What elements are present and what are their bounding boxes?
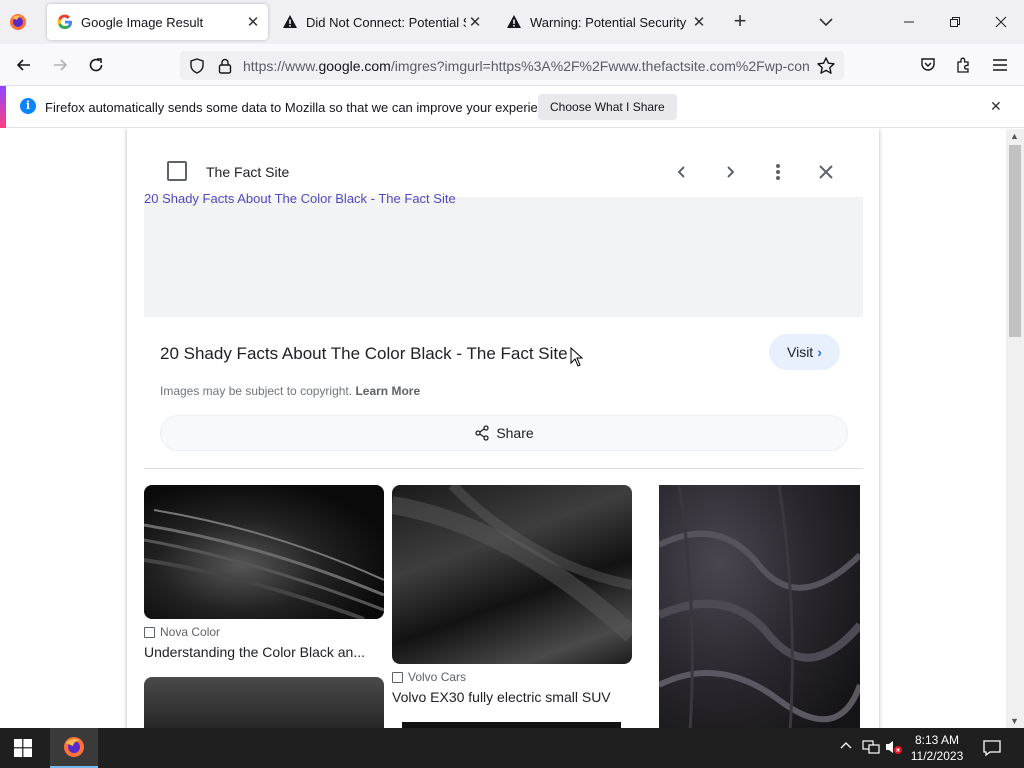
- close-window-icon[interactable]: [989, 10, 1013, 34]
- share-icon: [474, 425, 490, 441]
- address-bar[interactable]: https://www.google.com/imgres?imgurl=htt…: [180, 51, 844, 80]
- close-panel-icon[interactable]: [814, 160, 838, 184]
- visit-button[interactable]: Visit ›: [769, 334, 840, 370]
- clock-date: 11/2/2023: [910, 749, 964, 763]
- related-image-1[interactable]: [144, 485, 384, 619]
- related-image-2[interactable]: [392, 485, 632, 664]
- warning-icon: [507, 15, 521, 28]
- tab-title: Google Image Result: [81, 14, 204, 30]
- related-caption-2[interactable]: Volvo EX30 fully electric small SUV: [392, 689, 611, 705]
- mouse-cursor-icon: [570, 347, 584, 367]
- image-preview[interactable]: 20 Shady Facts About The Color Black - T…: [144, 191, 863, 317]
- tab-google-image-result[interactable]: Google Image Result ✕: [47, 4, 268, 40]
- network-icon[interactable]: [862, 739, 880, 755]
- preview-caption: 20 Shady Facts About The Color Black - T…: [144, 191, 456, 206]
- clock-time: 8:13 AM: [914, 733, 960, 747]
- page-content: The Fact Site 20 Shady Facts About The C…: [0, 129, 1006, 728]
- close-notification-icon[interactable]: ✕: [990, 98, 1002, 115]
- related-image-4[interactable]: [144, 677, 384, 728]
- related-image-3[interactable]: [659, 485, 860, 728]
- source-name: Nova Color: [160, 625, 221, 639]
- copyright-notice: Images may be subject to copyright. Lear…: [160, 384, 420, 398]
- url-text[interactable]: https://www.google.com/imgres?imgurl=htt…: [243, 58, 809, 74]
- chevron-right-icon: ›: [817, 344, 822, 360]
- chevron-down-icon[interactable]: [816, 12, 836, 32]
- visit-label: Visit: [787, 344, 814, 360]
- more-options-icon[interactable]: [766, 160, 790, 184]
- related-source-1[interactable]: Nova Color: [144, 625, 220, 639]
- site-checkbox[interactable]: [167, 161, 187, 181]
- close-tab-icon[interactable]: ✕: [466, 13, 484, 31]
- site-name: The Fact Site: [206, 164, 290, 180]
- related-caption-1[interactable]: Understanding the Color Black an...: [144, 644, 365, 660]
- choose-what-i-share-button[interactable]: Choose What I Share: [538, 94, 677, 120]
- url-host: google.com: [318, 58, 391, 74]
- new-tab-icon[interactable]: +: [730, 10, 750, 32]
- source-name: Volvo Cars: [408, 670, 467, 684]
- lock-icon[interactable]: [217, 57, 233, 75]
- tab-title: Did Not Connect: Potential Sec: [306, 14, 466, 30]
- related-source-2[interactable]: Volvo Cars: [392, 670, 466, 684]
- reload-icon[interactable]: [84, 53, 108, 77]
- back-icon[interactable]: [12, 53, 36, 77]
- close-tab-icon[interactable]: ✕: [690, 13, 708, 31]
- tab-strip: Google Image Result ✕ Did Not Connect: P…: [0, 0, 1024, 44]
- image-result-panel: The Fact Site 20 Shady Facts About The C…: [127, 129, 879, 728]
- url-prefix: https://www.: [243, 58, 319, 74]
- restore-icon[interactable]: [943, 10, 967, 34]
- google-icon: [57, 14, 72, 30]
- notification-accent: [0, 86, 6, 128]
- divider: [144, 468, 863, 469]
- copyright-text: Images may be subject to copyright.: [160, 384, 353, 398]
- windows-taskbar: 8:13 AM 11/2/2023: [0, 728, 1024, 768]
- chevron-up-icon[interactable]: [840, 740, 852, 752]
- firefox-menu-icon[interactable]: [6, 10, 30, 34]
- data-collection-notification: i Firefox automatically sends some data …: [0, 86, 1024, 128]
- checkbox-icon: [144, 626, 155, 638]
- share-button[interactable]: Share: [160, 415, 848, 451]
- page-scrollbar[interactable]: ▲ ▼: [1006, 129, 1024, 728]
- share-label: Share: [496, 425, 534, 441]
- scrollbar-thumb[interactable]: [1009, 145, 1021, 337]
- extensions-icon[interactable]: [952, 53, 976, 77]
- scroll-down-icon[interactable]: ▼: [1010, 716, 1019, 726]
- forward-icon[interactable]: [48, 53, 72, 77]
- windows-start-icon[interactable]: [14, 739, 32, 757]
- warning-icon: [283, 15, 297, 28]
- taskbar-firefox-button[interactable]: [50, 728, 98, 768]
- checkbox-icon: [392, 671, 403, 683]
- info-icon: i: [20, 98, 36, 114]
- previous-icon[interactable]: [670, 160, 694, 184]
- system-clock[interactable]: 8:13 AM 11/2/2023: [904, 732, 970, 764]
- close-tab-icon[interactable]: ✕: [244, 13, 262, 31]
- pocket-icon[interactable]: [916, 53, 940, 77]
- hamburger-menu-icon[interactable]: [988, 53, 1012, 77]
- volume-muted-icon[interactable]: [884, 739, 904, 755]
- bookmark-star-icon[interactable]: [816, 56, 836, 76]
- navigation-toolbar: https://www.google.com/imgres?imgurl=htt…: [0, 44, 1024, 86]
- tab-did-not-connect[interactable]: Did Not Connect: Potential Sec ✕: [272, 4, 490, 40]
- next-icon[interactable]: [718, 160, 742, 184]
- shield-icon[interactable]: [188, 57, 206, 75]
- scroll-up-icon[interactable]: ▲: [1010, 131, 1019, 141]
- learn-more-link[interactable]: Learn More: [355, 384, 420, 398]
- minimize-icon[interactable]: [897, 10, 921, 34]
- result-title[interactable]: 20 Shady Facts About The Color Black - T…: [160, 344, 568, 364]
- tab-security-warning[interactable]: Warning: Potential Security Risk ✕: [496, 4, 714, 40]
- firefox-icon: [64, 737, 84, 757]
- url-path: /imgres?imgurl=https%3A%2F%2Fwww.thefact…: [390, 58, 809, 74]
- notification-message: Firefox automatically sends some data to…: [45, 100, 563, 115]
- tab-title: Warning: Potential Security Risk: [530, 14, 690, 30]
- notification-center-icon[interactable]: [982, 738, 1002, 758]
